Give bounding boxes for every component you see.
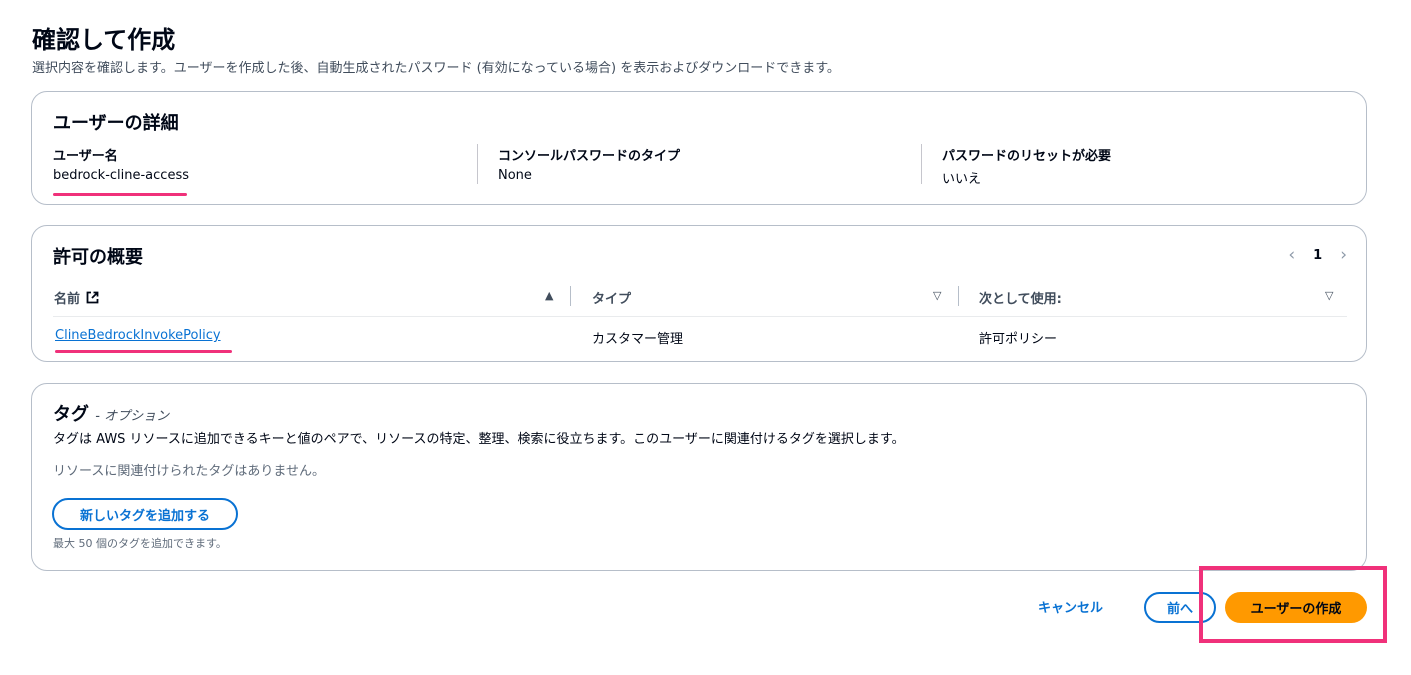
tags-description: タグは AWS リソースに追加できるキーと値のペアで、リソースの特定、整理、検索…	[53, 432, 905, 447]
external-link-icon	[86, 291, 99, 304]
console-password-type-label: コンソールパスワードのタイプ	[498, 149, 681, 164]
console-password-type-field: コンソールパスワードのタイプ None	[498, 145, 680, 183]
annotation-underline-policy	[55, 350, 232, 353]
annotation-underline-username	[53, 193, 187, 196]
page-number[interactable]: 1	[1313, 248, 1322, 263]
username-label: ユーザー名	[53, 149, 118, 164]
sort-ascending-icon[interactable]: ▲	[545, 289, 553, 302]
password-reset-value: いいえ	[942, 172, 982, 187]
add-tag-button[interactable]: 新しいタグを追加する	[52, 498, 238, 530]
column-header-used-as[interactable]: 次として使用:	[979, 288, 1062, 307]
policy-type: カスタマー管理	[592, 332, 684, 347]
annotation-highlight-box	[1199, 566, 1387, 643]
page-title: 確認して作成	[32, 26, 176, 54]
pagination: ‹ 1 ›	[1288, 245, 1347, 265]
column-header-name-label: 名前	[54, 292, 81, 307]
tags-empty-message: リソースに関連付けられたタグはありません。	[53, 464, 325, 479]
field-divider	[477, 144, 478, 184]
tags-limit-note: 最大 50 個のタグを追加できます。	[53, 537, 227, 550]
chevron-right-icon[interactable]: ›	[1340, 245, 1347, 265]
column-divider[interactable]	[570, 286, 571, 306]
column-header-name[interactable]: 名前	[54, 288, 99, 307]
sort-icon[interactable]: ▽	[933, 289, 941, 302]
username-field: ユーザー名 bedrock-cline-access	[53, 145, 189, 183]
permissions-summary-card: 許可の概要 ‹ 1 › 名前 ▲ タイプ ▽ 次として使用: ▽ ClineBe…	[31, 225, 1367, 362]
username-value: bedrock-cline-access	[53, 168, 189, 183]
tags-card: タグ - オプション タグは AWS リソースに追加できるキーと値のペアで、リソ…	[31, 383, 1367, 571]
tags-title-label: タグ	[53, 404, 89, 425]
permissions-title: 許可の概要	[53, 247, 143, 268]
field-divider	[921, 144, 922, 184]
tags-optional-label: - オプション	[95, 409, 170, 424]
table-divider	[53, 316, 1347, 317]
page-description: 選択内容を確認します。ユーザーを作成した後、自動生成されたパスワード (有効にな…	[32, 61, 840, 76]
policy-name-link[interactable]: ClineBedrockInvokePolicy	[55, 328, 221, 343]
tags-title: タグ - オプション	[53, 400, 169, 426]
column-divider[interactable]	[958, 286, 959, 306]
user-details-title: ユーザーの詳細	[53, 113, 179, 134]
password-reset-field: パスワードのリセットが必要 いいえ	[942, 145, 1111, 187]
chevron-left-icon[interactable]: ‹	[1288, 245, 1295, 265]
password-reset-label: パスワードのリセットが必要	[942, 149, 1112, 164]
user-details-card: ユーザーの詳細 ユーザー名 bedrock-cline-access コンソール…	[31, 91, 1367, 205]
console-password-type-value: None	[498, 168, 532, 183]
policy-used-as: 許可ポリシー	[979, 332, 1058, 347]
sort-icon[interactable]: ▽	[1325, 289, 1333, 302]
cancel-button[interactable]: キャンセル	[1038, 597, 1103, 616]
column-header-type[interactable]: タイプ	[592, 288, 631, 307]
